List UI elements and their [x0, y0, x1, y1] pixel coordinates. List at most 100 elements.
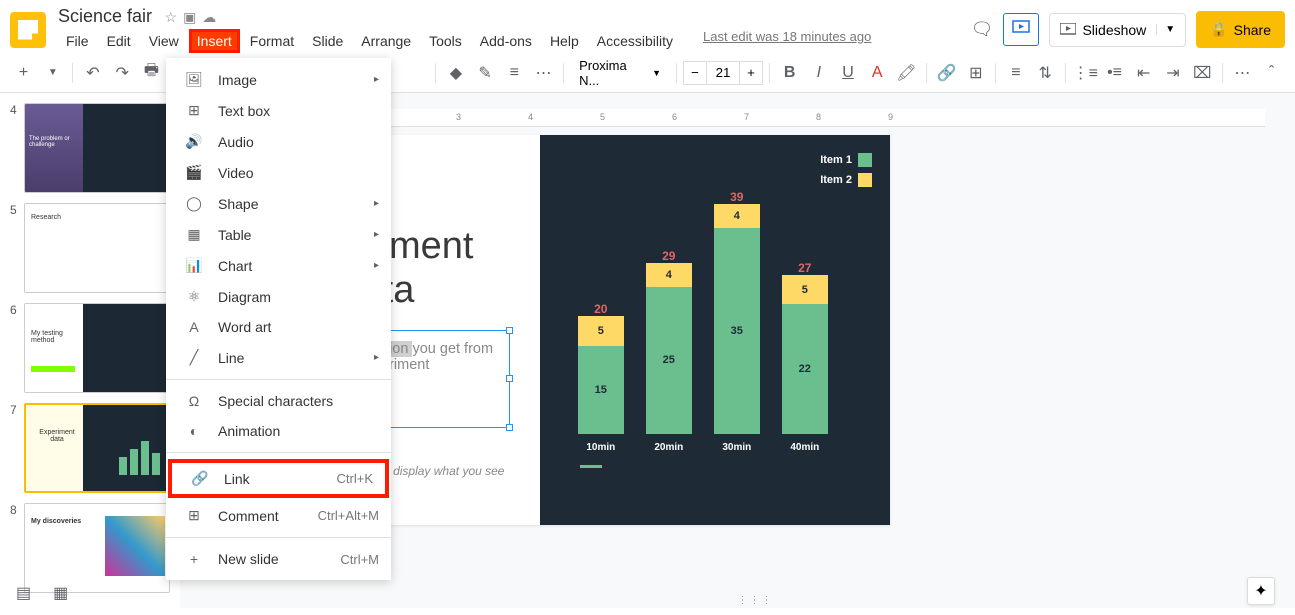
highlight-button[interactable]: 🖍: [893, 59, 920, 87]
slideshow-button[interactable]: Slideshow ▼: [1049, 13, 1186, 47]
menu-file[interactable]: File: [58, 29, 97, 53]
redo-button[interactable]: ↷: [109, 59, 136, 87]
bulleted-list-button[interactable]: •≡: [1101, 59, 1128, 87]
thumbnail-6[interactable]: 6 My testing method: [10, 303, 170, 393]
bar-group: 29 4 25 20min: [646, 249, 692, 453]
legend-item: Item 2: [820, 173, 872, 187]
grid-view-button[interactable]: ▦: [47, 577, 74, 609]
insert-link[interactable]: 🔗LinkCtrl+K: [168, 459, 389, 498]
menu-add-ons[interactable]: Add-ons: [472, 29, 540, 53]
border-dash-button[interactable]: ⋯: [530, 59, 557, 87]
chevron-down-icon: ▼: [652, 68, 661, 78]
bold-button[interactable]: B: [776, 59, 803, 87]
menu-help[interactable]: Help: [542, 29, 587, 53]
audio-icon: 🔊: [182, 133, 206, 150]
resize-handle[interactable]: [506, 424, 513, 431]
doc-title[interactable]: Science fair: [58, 6, 152, 27]
insert-chart[interactable]: 📊Chart▸: [166, 250, 391, 281]
italic-button[interactable]: I: [805, 59, 832, 87]
insert-new-slide[interactable]: +New slideCtrl+M: [166, 544, 391, 574]
insert-menu-dropdown: 🖼Image▸⊞Text box🔊Audio🎬Video◯Shape▸▦Tabl…: [166, 58, 391, 580]
font-name: Proxima N...: [579, 58, 648, 88]
present-icon: [1012, 20, 1030, 34]
increase-indent-button[interactable]: ⇥: [1159, 59, 1186, 87]
underline-button[interactable]: U: [834, 59, 861, 87]
text-color-button[interactable]: A: [864, 59, 891, 87]
font-size-input[interactable]: [707, 61, 739, 85]
comment-history-icon[interactable]: 🗨: [971, 19, 994, 40]
border-color-button[interactable]: ✎: [471, 59, 498, 87]
bar-segment: 5: [782, 275, 828, 304]
explore-button[interactable]: ✦: [1247, 577, 1275, 605]
slides-logo[interactable]: [10, 12, 46, 48]
hide-menus-button[interactable]: ˆ: [1258, 59, 1285, 87]
menu-insert[interactable]: Insert: [189, 29, 240, 53]
border-weight-button[interactable]: ≡: [501, 59, 528, 87]
insert-comment[interactable]: ⊞CommentCtrl+Alt+M: [166, 500, 391, 531]
cloud-icon[interactable]: ☁: [202, 9, 216, 26]
diagram-icon: ⚛: [182, 288, 206, 305]
shape-icon: ◯: [182, 195, 206, 212]
thumbnail-4[interactable]: 4 The problem or challenge: [10, 103, 170, 193]
menu-view[interactable]: View: [141, 29, 187, 53]
bar-segment: 4: [646, 263, 692, 287]
print-button[interactable]: 🖶: [138, 59, 165, 87]
table-icon: ▦: [182, 226, 206, 243]
undo-button[interactable]: ↶: [79, 59, 106, 87]
submenu-arrow-icon: ▸: [374, 198, 379, 209]
more-button[interactable]: ⋯: [1229, 59, 1256, 87]
present-to-meeting-button[interactable]: [1003, 13, 1039, 46]
menu-arrange[interactable]: Arrange: [353, 29, 419, 53]
insert-word-art[interactable]: AWord art: [166, 312, 391, 342]
insert-video[interactable]: 🎬Video: [166, 157, 391, 188]
share-label: Share: [1234, 22, 1271, 38]
slideshow-dropdown-icon[interactable]: ▼: [1156, 24, 1175, 35]
font-size-decrease[interactable]: −: [683, 61, 707, 85]
insert-link-button[interactable]: 🔗: [933, 59, 960, 87]
insert-comment-button[interactable]: ⊞: [962, 59, 989, 87]
star-icon[interactable]: ☆: [165, 9, 178, 26]
line-icon: ╱: [182, 349, 206, 366]
share-button[interactable]: 🔒 Share: [1196, 11, 1285, 48]
thumbnail-7[interactable]: 7 Experiment data: [10, 403, 170, 493]
menu-slide[interactable]: Slide: [304, 29, 351, 53]
link-icon: 🔗: [188, 470, 212, 487]
insert-table[interactable]: ▦Table▸: [166, 219, 391, 250]
image-icon: 🖼: [182, 71, 206, 88]
drag-handle-icon[interactable]: ⋮⋮⋮: [738, 595, 774, 606]
menu-format[interactable]: Format: [242, 29, 302, 53]
menu-tools[interactable]: Tools: [421, 29, 470, 53]
move-icon[interactable]: ▣: [183, 9, 196, 26]
insert-special-characters[interactable]: ΩSpecial characters: [166, 386, 391, 416]
align-button[interactable]: ≡: [1002, 59, 1029, 87]
last-edit-link[interactable]: Last edit was 18 minutes ago: [703, 29, 871, 53]
resize-handle[interactable]: [506, 327, 513, 334]
bar-segment: 35: [714, 228, 760, 434]
resize-handle[interactable]: [506, 375, 513, 382]
menubar: FileEditViewInsertFormatSlideArrangeTool…: [58, 29, 971, 53]
new-slide-button[interactable]: +: [10, 59, 37, 87]
font-size-increase[interactable]: +: [739, 61, 763, 85]
chart-legend: Item 1Item 2: [820, 153, 872, 193]
thumbnail-5[interactable]: 5 Research: [10, 203, 170, 293]
insert-animation[interactable]: ◐Animation: [166, 416, 391, 446]
insert-shape[interactable]: ◯Shape▸: [166, 188, 391, 219]
menu-edit[interactable]: Edit: [99, 29, 139, 53]
fill-color-button[interactable]: ◆: [442, 59, 469, 87]
insert-audio[interactable]: 🔊Audio: [166, 126, 391, 157]
decrease-indent-button[interactable]: ⇤: [1130, 59, 1157, 87]
new-slide-dropdown[interactable]: ▼: [39, 59, 66, 87]
font-select[interactable]: Proxima N... ▼: [570, 53, 670, 93]
textbox-icon: ⊞: [182, 102, 206, 119]
line-spacing-button[interactable]: ⇅: [1032, 59, 1059, 87]
insert-image[interactable]: 🖼Image▸: [166, 64, 391, 95]
numbered-list-button[interactable]: ⋮≡: [1072, 59, 1099, 87]
menu-accessibility[interactable]: Accessibility: [589, 29, 681, 53]
insert-text-box[interactable]: ⊞Text box: [166, 95, 391, 126]
insert-line[interactable]: ╱Line▸: [166, 342, 391, 373]
comment-icon: ⊞: [182, 507, 206, 524]
bar-category-label: 20min: [646, 442, 692, 453]
clear-format-button[interactable]: ⌧: [1189, 59, 1216, 87]
insert-diagram[interactable]: ⚛Diagram: [166, 281, 391, 312]
filmstrip-view-button[interactable]: ▤: [10, 577, 37, 609]
